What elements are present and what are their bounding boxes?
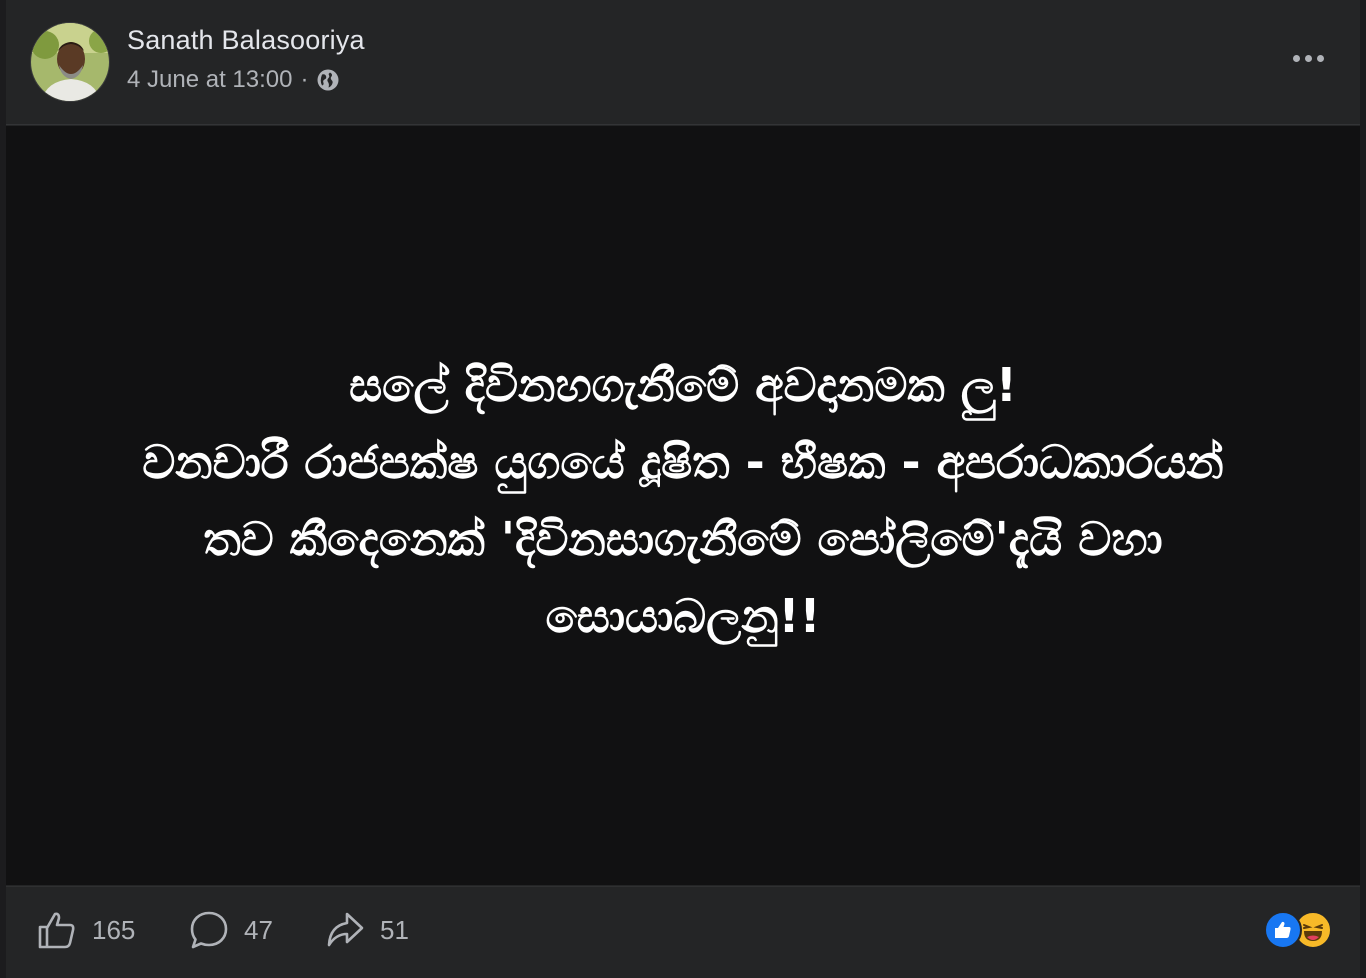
comment-bubble-icon	[190, 911, 228, 949]
comment-count: 47	[244, 914, 273, 945]
avatar-photo	[31, 23, 109, 101]
post-content: සලේ දිවිනහගැනීමේ අවදානමක ලු! වනචාරී රාජප…	[6, 126, 1360, 885]
like-button[interactable]: 165	[36, 907, 135, 953]
post-text-line: තව කීදෙනෙක් 'දිවිනසාගැනීමේ පෝලිමේ'දැයි ව…	[203, 511, 1163, 566]
post-card: Sanath Balasooriya 4 June at 13:00 · සලේ…	[6, 0, 1360, 978]
share-count: 51	[380, 914, 409, 945]
globe-icon[interactable]	[316, 68, 340, 92]
meta-separator: ·	[300, 66, 309, 93]
post-footer: 165 47 51	[6, 886, 1360, 978]
post-text-line: වනචාරී රාජපක්ෂ යුගයේ දූෂිත - භීෂක - අපරා…	[142, 434, 1224, 489]
share-arrow-icon	[327, 912, 364, 947]
more-options-button[interactable]	[1286, 40, 1330, 76]
post-header: Sanath Balasooriya 4 June at 13:00 ·	[6, 0, 1360, 125]
thumbs-up-icon	[38, 912, 75, 949]
more-dots-icon	[1292, 54, 1300, 62]
reactions-summary[interactable]	[1264, 911, 1340, 949]
post-text: සලේ දිවිනහගැනීමේ අවදානමක ලු! වනචාරී රාජප…	[33, 347, 1333, 655]
like-count: 165	[92, 914, 136, 945]
avatar[interactable]	[30, 22, 110, 102]
post-meta: 4 June at 13:00 ·	[127, 66, 340, 94]
author-name[interactable]: Sanath Balasooriya	[127, 25, 365, 56]
post-text-line: සලේ දිවිනහගැනීමේ අවදානමක ලු!	[349, 357, 1017, 412]
comment-button[interactable]: 47	[188, 907, 273, 953]
share-button[interactable]: 51	[324, 907, 409, 953]
like-reaction-icon	[1264, 911, 1302, 949]
post-text-line: සොයාබලනු!!	[545, 588, 821, 643]
post-timestamp[interactable]: 4 June at 13:00	[127, 66, 292, 94]
